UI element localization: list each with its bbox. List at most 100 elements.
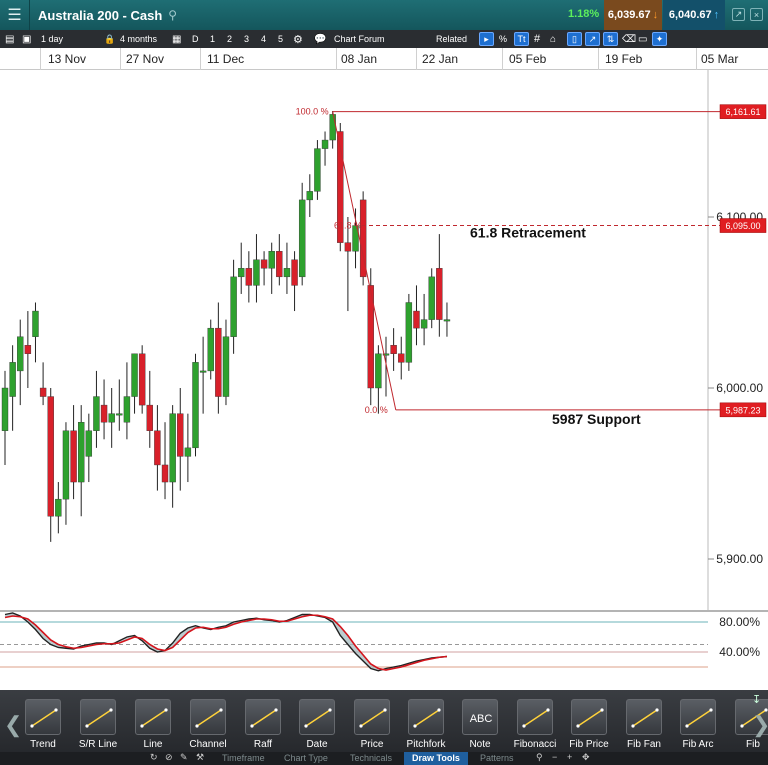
percent-button[interactable]: % <box>499 30 507 48</box>
candle-body-down <box>154 430 161 466</box>
timeframe-2[interactable]: 2 <box>227 30 232 48</box>
magic-icon[interactable]: ✦ <box>652 32 667 46</box>
link-icon[interactable]: ▭ <box>638 30 647 48</box>
candle-body-up <box>253 259 260 286</box>
oscillator-tick-label: 80.00% <box>719 615 760 629</box>
date-label: 22 Jan <box>422 52 459 66</box>
draw-tool-label: Pitchfork <box>406 739 446 750</box>
support-annotation[interactable]: 5987 Support <box>552 411 641 427</box>
minus-icon[interactable]: − <box>552 752 557 762</box>
line-chart-icon[interactable]: ↗ <box>585 32 600 46</box>
candle-body-down <box>47 396 54 517</box>
tab-technicals[interactable]: Technicals <box>342 752 400 765</box>
text-tool-button[interactable]: Tt <box>514 32 529 46</box>
screenshot-icon[interactable]: ▤ <box>5 30 14 48</box>
sell-button[interactable]: 6,039.67 ↓ <box>604 0 662 30</box>
draw-tool-line[interactable]: Line <box>127 699 179 755</box>
candles-icon[interactable]: ▯ <box>567 32 582 46</box>
move-icon[interactable]: ✥ <box>582 752 590 763</box>
bottom-bar: ↻ ⊘ ✎ ⚒ ⚲ − + ✥ Timeframe Chart Type Techn… <box>0 752 768 765</box>
candle-body-up <box>108 413 115 423</box>
svg-text:ABC: ABC <box>470 713 493 725</box>
crosshair-icon[interactable]: ▸ <box>479 32 494 46</box>
price-marker-label: 5,987.23 <box>725 405 760 415</box>
candle-body-up <box>1 387 9 431</box>
draw-tool-trend[interactable]: Trend <box>17 699 69 755</box>
draw-tool-fib-price[interactable]: Fib Price <box>563 699 615 755</box>
eraser-icon[interactable]: ⌫ <box>622 30 636 48</box>
timeframe-3[interactable]: 3 <box>244 30 249 48</box>
close-icon[interactable]: × <box>750 8 763 21</box>
candle-body-up <box>169 413 176 483</box>
draw-tool-fib-arc[interactable]: Fib Arc <box>672 699 724 755</box>
date-label: 11 Dec <box>207 52 245 66</box>
chevron-left-icon[interactable]: ❮ <box>4 712 22 738</box>
candle-body-up <box>207 327 214 372</box>
lock-icon[interactable]: 🔒 <box>104 30 115 48</box>
indicator-icon[interactable]: ⇅ <box>603 32 618 46</box>
tab-timeframe[interactable]: Timeframe <box>214 752 273 765</box>
candle-body-up <box>85 430 93 457</box>
draw-tool-s-r-line[interactable]: S/R Line <box>72 699 124 755</box>
draw-tool-label: Channel <box>189 739 227 750</box>
candle-body-up <box>123 396 131 423</box>
collapse-icon[interactable]: ↧ <box>752 693 761 706</box>
fibonacci-icon <box>517 699 553 735</box>
retracement-annotation[interactable]: 61.8 Retracement <box>470 225 586 241</box>
popout-icon[interactable]: ↗ <box>732 8 745 21</box>
tab-chart-type[interactable]: Chart Type <box>276 752 336 765</box>
draw-tool-fib-fan[interactable]: Fib Fan <box>618 699 670 755</box>
buy-price: 6,040.67 <box>668 9 712 21</box>
grid-icon[interactable]: # <box>534 30 540 48</box>
candle-body-up <box>55 498 62 517</box>
candle <box>314 140 321 200</box>
tab-draw-tools[interactable]: Draw Tools <box>404 752 468 765</box>
draw-tool-channel[interactable]: Channel <box>182 699 234 755</box>
draw-tool-label: Fibonacci <box>513 739 557 750</box>
candle-body-up <box>375 353 382 389</box>
price-chart[interactable]: 6,100.006,000.005,900.00100.0 %61.8 %0.0… <box>0 70 768 690</box>
chart-forum-button[interactable]: Chart Forum <box>334 30 385 48</box>
timeframe-4[interactable]: 4 <box>261 30 266 48</box>
tab-patterns[interactable]: Patterns <box>472 752 522 765</box>
trend-line-icon <box>25 699 61 735</box>
candle-body-up <box>314 148 321 192</box>
pencil-icon[interactable]: ✎ <box>180 752 188 763</box>
ban-icon[interactable]: ⊘ <box>165 752 173 763</box>
zoom-icon[interactable]: ⚲ <box>536 752 543 763</box>
gear-icon[interactable]: ⚙ <box>293 30 303 48</box>
draw-tool-fibonacci[interactable]: Fibonacci <box>509 699 561 755</box>
search-icon[interactable]: ⚲ <box>168 8 177 22</box>
draw-tool-label: Fib <box>746 739 760 750</box>
candle-body-up <box>230 276 237 337</box>
draw-tool-pitchfork[interactable]: Pitchfork <box>400 699 452 755</box>
chevron-right-icon[interactable]: ❯ <box>752 712 768 738</box>
refresh-icon[interactable]: ↻ <box>150 752 158 763</box>
candle-body-up <box>9 362 16 397</box>
candle-body-down <box>100 404 108 423</box>
draw-tool-label: Note <box>469 739 491 750</box>
chat-icon[interactable]: 💬 <box>314 30 326 48</box>
draw-tool-raff[interactable]: Raff <box>237 699 289 755</box>
draw-tool-date[interactable]: Date <box>291 699 343 755</box>
timeframe-d[interactable]: D <box>192 30 199 48</box>
candle-body-up <box>298 199 306 278</box>
menu-icon[interactable]: ☰ <box>0 0 30 30</box>
timeframe-5[interactable]: 5 <box>278 30 283 48</box>
related-button[interactable]: Related <box>436 30 467 48</box>
candle-body-down <box>291 259 298 286</box>
interval-selector[interactable]: 1 day <box>41 30 63 48</box>
price-marker: 6,161.61 <box>719 104 767 119</box>
candle-body-down <box>436 268 443 320</box>
date-label: 08 Jan <box>341 52 378 66</box>
date-picker-icon[interactable]: ▦ <box>172 30 181 48</box>
timeframe-1[interactable]: 1 <box>210 30 215 48</box>
hash-icon[interactable]: ⌂ <box>550 30 556 48</box>
tool-icon[interactable]: ⚒ <box>196 752 204 763</box>
draw-tool-price[interactable]: Price <box>346 699 398 755</box>
plus-icon[interactable]: + <box>567 752 572 762</box>
period-selector[interactable]: 4 months <box>120 30 157 48</box>
draw-tool-note[interactable]: ABC Note <box>454 699 506 755</box>
calendar-icon[interactable]: ▣ <box>22 30 31 48</box>
buy-button[interactable]: 6,040.67 ↑ <box>663 0 725 30</box>
